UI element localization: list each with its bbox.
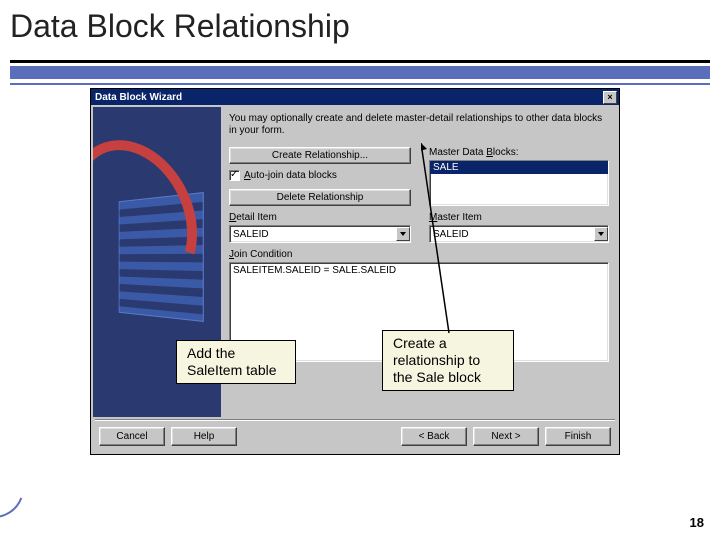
help-button[interactable]: Help	[171, 427, 237, 446]
dialog-body: You may optionally create and delete mas…	[91, 105, 619, 419]
dialog-footer: Cancel Help < Back Next > Finish	[91, 421, 619, 454]
title-area: Data Block Relationship	[10, 8, 710, 49]
auto-join-label: Auto-join data blocks	[244, 170, 337, 181]
master-block-item-selected[interactable]: SALE	[430, 161, 608, 174]
master-blocks-label: Master Data Blocks:	[429, 147, 609, 158]
title-accent	[10, 66, 710, 79]
detail-item-value: SALEID	[230, 229, 396, 240]
title-accent2	[10, 83, 710, 85]
back-button[interactable]: < Back	[401, 427, 467, 446]
detail-item-label: Detail Item	[229, 212, 411, 223]
auto-join-checkbox[interactable]: Auto-join data blocks	[229, 170, 411, 181]
master-blocks-listbox[interactable]: SALE	[429, 160, 609, 206]
close-icon[interactable]: ×	[603, 91, 617, 104]
data-block-wizard-dialog: Data Block Wizard × You may optionally c…	[90, 88, 620, 455]
dialog-titlebar[interactable]: Data Block Wizard ×	[91, 89, 619, 105]
callout-add-saleitem: Add the SaleItem table	[176, 340, 296, 384]
master-item-combo[interactable]: SALEID	[429, 225, 609, 243]
corner-decoration	[0, 448, 34, 528]
join-condition-label: Join Condition	[229, 249, 609, 260]
master-item-value: SALEID	[430, 229, 594, 240]
callout-create-relationship: Create a relationship to the Sale block	[382, 330, 514, 391]
title-rule	[10, 60, 710, 63]
next-button[interactable]: Next >	[473, 427, 539, 446]
dialog-title: Data Block Wizard	[95, 92, 182, 103]
finish-button[interactable]: Finish	[545, 427, 611, 446]
checkbox-icon[interactable]	[229, 170, 240, 181]
page-number: 18	[690, 515, 704, 530]
cancel-button[interactable]: Cancel	[99, 427, 165, 446]
delete-relationship-button[interactable]: Delete Relationship	[229, 189, 411, 206]
chevron-down-icon[interactable]	[396, 227, 410, 241]
chevron-down-icon[interactable]	[594, 227, 608, 241]
instruction-text: You may optionally create and delete mas…	[229, 113, 609, 137]
create-relationship-button[interactable]: Create Relationship...	[229, 147, 411, 164]
page-title: Data Block Relationship	[10, 8, 710, 45]
detail-item-combo[interactable]: SALEID	[229, 225, 411, 243]
master-item-label: Master Item	[429, 212, 609, 223]
